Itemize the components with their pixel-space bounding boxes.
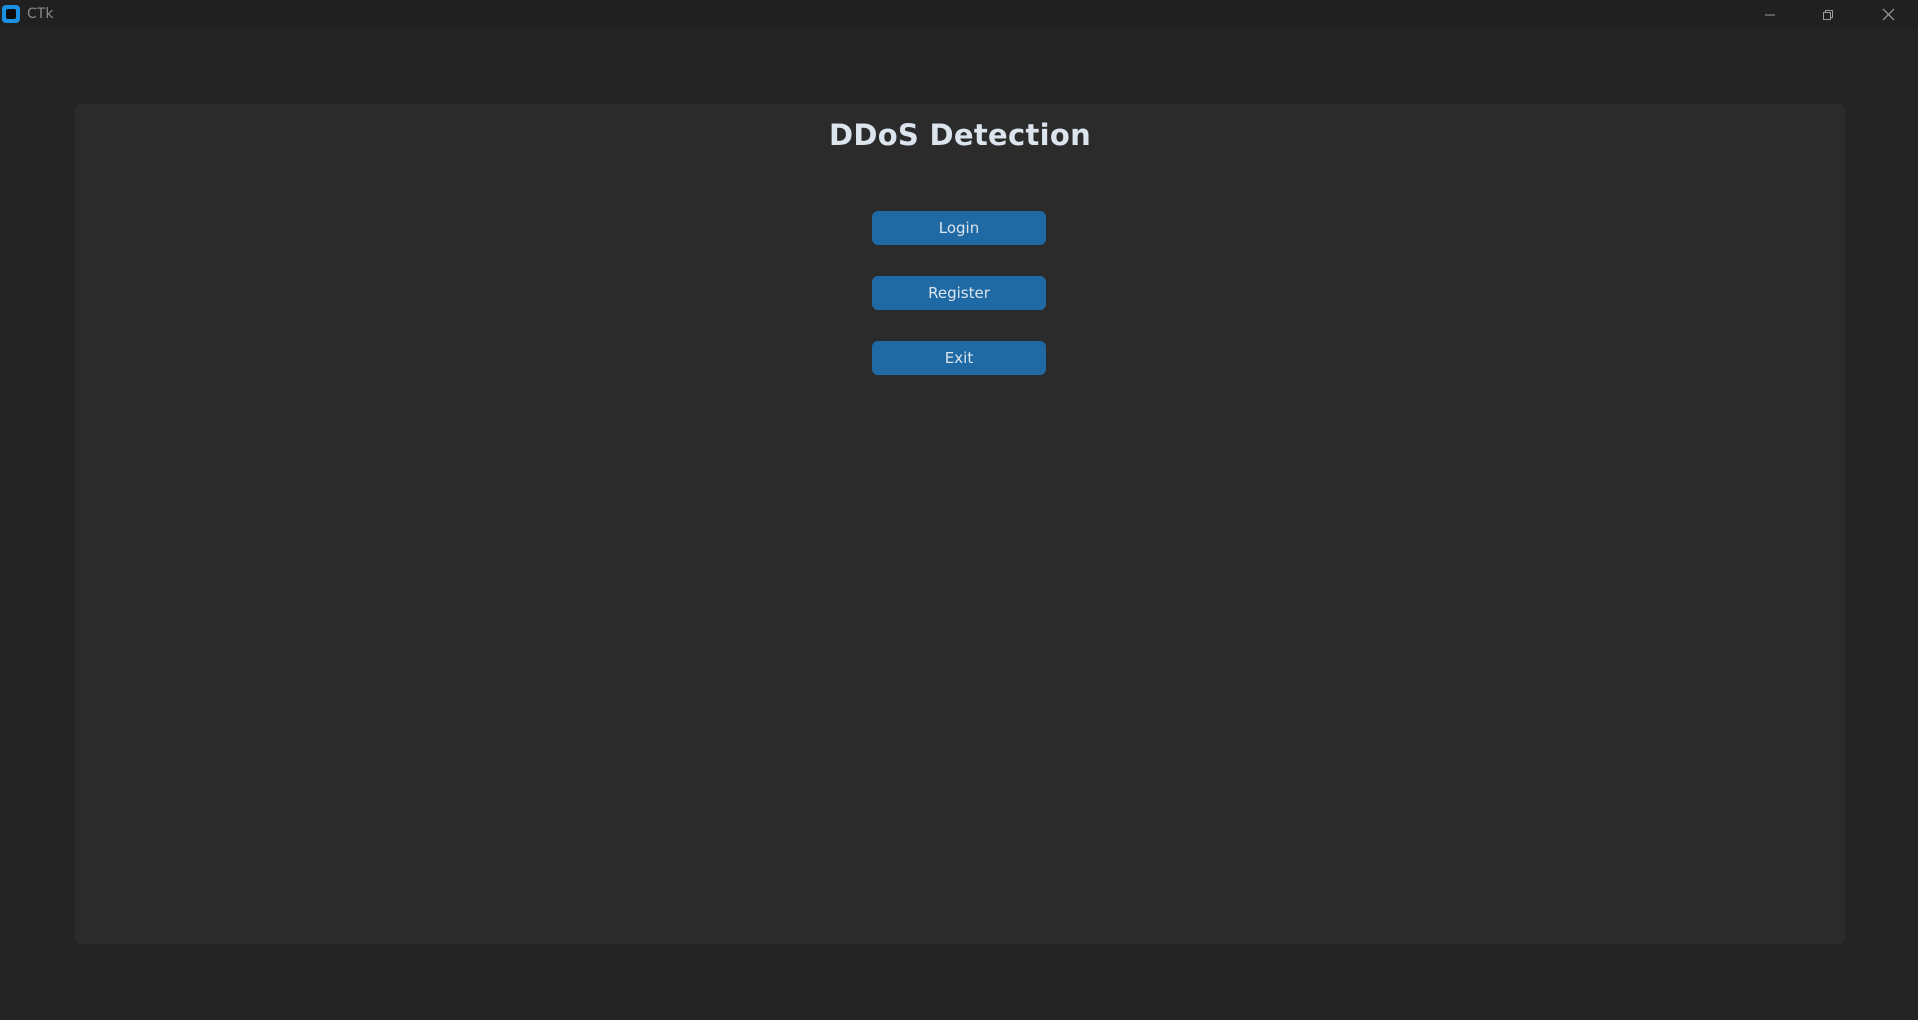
main-area: DDoS Detection Login Register Exit [0, 29, 1918, 1020]
maximize-button[interactable] [1799, 0, 1857, 29]
window-titlebar[interactable]: CTk [0, 0, 1918, 29]
register-button[interactable]: Register [872, 276, 1046, 310]
close-button[interactable] [1859, 0, 1917, 29]
page-title: DDoS Detection [828, 118, 1092, 152]
exit-button[interactable]: Exit [872, 341, 1046, 375]
window-title: CTk [27, 6, 54, 22]
restore-icon [1823, 9, 1833, 20]
minimize-icon [1765, 14, 1775, 15]
minimize-button[interactable] [1741, 0, 1799, 29]
app-icon-inner [6, 9, 16, 19]
login-button[interactable]: Login [872, 211, 1046, 245]
main-panel: DDoS Detection Login Register Exit [75, 104, 1845, 944]
close-icon [1882, 8, 1894, 21]
ctk-app-icon [2, 5, 20, 23]
